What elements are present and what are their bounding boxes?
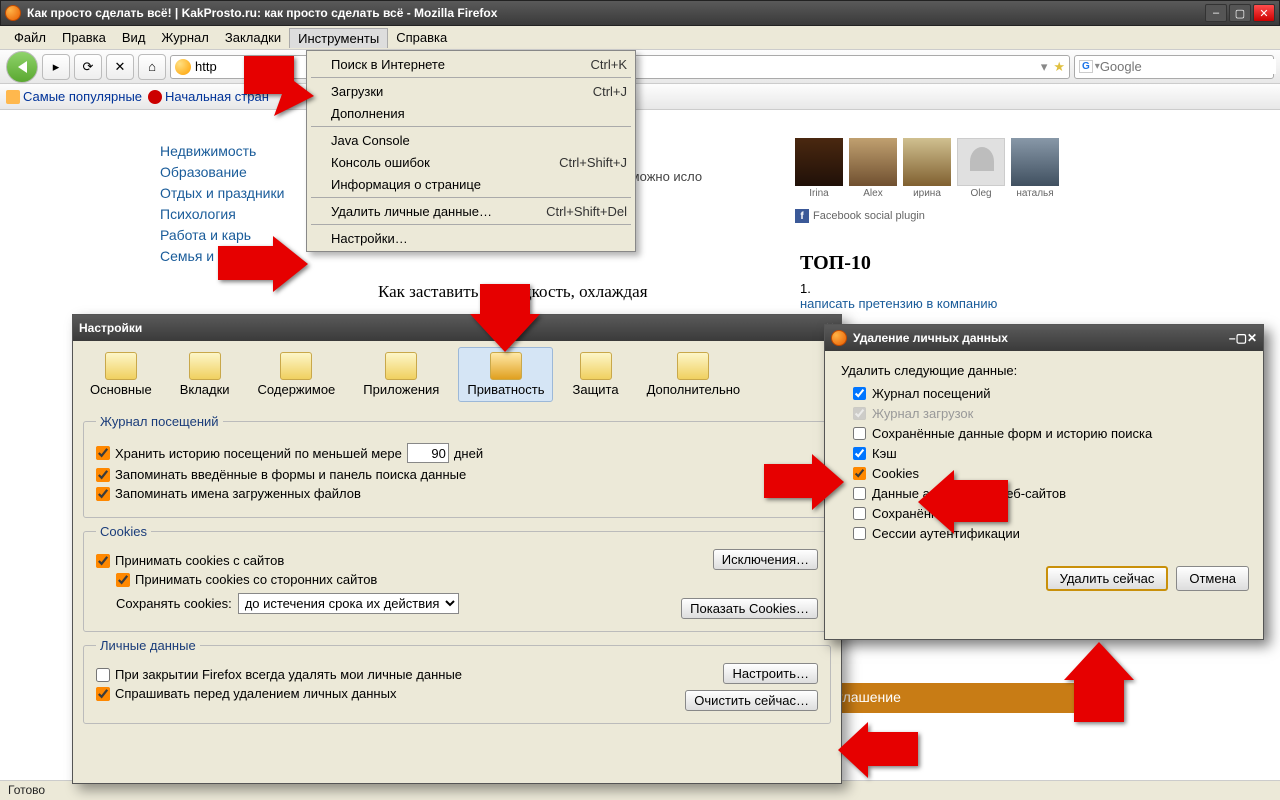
clearpd-item-downloads: Журнал загрузок [853, 406, 1247, 421]
stop-button[interactable]: ✕ [106, 54, 134, 80]
cancel-button[interactable]: Отмена [1176, 566, 1249, 591]
tab-tabs[interactable]: Вкладки [171, 347, 239, 402]
sidebar-link[interactable]: Психология [160, 206, 284, 222]
cookies-accept-checkbox[interactable]: Принимать cookies с сайтов [96, 553, 681, 568]
clearpd-item-offline[interactable]: Данные автономных веб-сайтов [853, 486, 1247, 501]
bookmark-home[interactable]: Начальная стран [148, 89, 269, 104]
settings-tabs: Основные Вкладки Содержимое Приложения П… [73, 341, 841, 408]
forward-button[interactable]: ▸ [42, 54, 70, 80]
nav-toolbar: ▸ ⟳ ✕ ⌂ ▾ ★ G▾ [0, 50, 1280, 84]
menu-history[interactable]: Журнал [153, 28, 216, 47]
clearpd-item-passwords[interactable]: Сохранённые пароли [853, 506, 1247, 521]
top10-block: ТОП-10 1. написать претензию в компанию [800, 252, 997, 311]
sidebar-link[interactable]: Семья и отно [160, 248, 284, 264]
cookies-keep-select[interactable]: до истечения срока их действия [238, 593, 459, 614]
tab-privacy[interactable]: Приватность [458, 347, 553, 402]
settings-dialog: Настройки ✕ Основные Вкладки Содержимое … [72, 314, 842, 784]
search-bar[interactable]: G▾ [1074, 55, 1274, 79]
menubar: Файл Правка Вид Журнал Закладки Инструме… [0, 26, 1280, 50]
tab-applications[interactable]: Приложения [354, 347, 448, 402]
private-data-fieldset: Личные данные При закрытии Firefox всегд… [83, 638, 831, 724]
menu-tools[interactable]: Инструменты [289, 28, 388, 48]
menu-item-javaconsole[interactable]: Java Console [307, 129, 635, 151]
bookmarks-toolbar: Самые популярные Начальная стран [0, 84, 1280, 110]
clearpd-titlebar: Удаление личных данных – ▢ ✕ [825, 325, 1263, 351]
show-cookies-button[interactable]: Показать Cookies… [681, 598, 818, 619]
reload-button[interactable]: ⟳ [74, 54, 102, 80]
private-ask-checkbox[interactable]: Спрашивать перед удалением личных данных [96, 686, 685, 701]
delete-now-button[interactable]: Удалить сейчас [1046, 566, 1169, 591]
tab-advanced[interactable]: Дополнительно [638, 347, 750, 402]
page-sidebar: Недвижимость Образование Отдых и праздни… [160, 138, 284, 269]
search-input[interactable] [1100, 59, 1276, 74]
clear-private-data-dialog: Удаление личных данных – ▢ ✕ Удалить сле… [824, 324, 1264, 640]
menu-bookmarks[interactable]: Закладки [217, 28, 289, 47]
menu-item-pageinfo[interactable]: Информация о странице [307, 173, 635, 195]
site-favicon [175, 59, 191, 75]
facebook-plugin-label: f Facebook social plugin [795, 209, 1095, 223]
menu-item-errorconsole[interactable]: Консоль ошибокCtrl+Shift+J [307, 151, 635, 173]
menu-file[interactable]: Файл [6, 28, 54, 47]
window-title: Как просто сделать всё! | KakProsto.ru: … [27, 6, 1205, 20]
menu-item-clearprivate[interactable]: Удалить личные данные…Ctrl+Shift+Del [307, 200, 635, 222]
menu-item-addons[interactable]: Дополнения [307, 102, 635, 124]
menu-edit[interactable]: Правка [54, 28, 114, 47]
menu-view[interactable]: Вид [114, 28, 154, 47]
private-onclose-checkbox[interactable]: При закрытии Firefox всегда удалять мои … [96, 667, 685, 682]
menu-item-search[interactable]: Поиск в ИнтернетеCtrl+K [307, 53, 635, 75]
sidebar-link[interactable]: Работа и карь [160, 227, 284, 243]
firefox-icon [831, 330, 847, 346]
cookies-fieldset: Cookies Принимать cookies с сайтов Прини… [83, 524, 831, 632]
tab-security[interactable]: Защита [563, 347, 627, 402]
tab-general[interactable]: Основные [81, 347, 161, 402]
google-icon: G [1079, 60, 1093, 73]
clearpd-heading: Удалить следующие данные: [841, 363, 1247, 378]
firefox-icon [5, 5, 21, 21]
history-downloads-checkbox[interactable]: Запоминать имена загруженных файлов [96, 486, 818, 501]
cookies-thirdparty-checkbox[interactable]: Принимать cookies со сторонних сайтов [116, 572, 681, 587]
history-fieldset: Журнал посещений Хранить историю посещен… [83, 414, 831, 518]
exceptions-button[interactable]: Исключения… [713, 549, 818, 570]
ladybug-icon [148, 90, 162, 104]
article-title: Как заставить ть жидкость, охлаждая [378, 282, 798, 302]
clearpd-item-cookies[interactable]: Cookies [853, 466, 1247, 481]
configure-button[interactable]: Настроить… [723, 663, 818, 684]
history-days-input[interactable] [407, 443, 449, 463]
home-button[interactable]: ⌂ [138, 54, 166, 80]
sidebar-link[interactable]: Отдых и праздники [160, 185, 284, 201]
facebook-avatars: Irina Alex ирина Oleg наталья [795, 138, 1095, 199]
top10-link[interactable]: написать претензию в компанию [800, 296, 997, 311]
menu-item-options[interactable]: Настройки… [307, 227, 635, 249]
clear-now-button[interactable]: Очистить сейчас… [685, 690, 818, 711]
facebook-icon: f [795, 209, 809, 223]
menu-help[interactable]: Справка [388, 28, 455, 47]
clearpd-item-cache[interactable]: Кэш [853, 446, 1247, 461]
sidebar-link[interactable]: Недвижимость [160, 143, 284, 159]
history-keep-checkbox[interactable]: Хранить историю посещений по меньшей мер… [96, 443, 818, 463]
clearpd-item-forms[interactable]: Сохранённые данные форм и историю поиска [853, 426, 1247, 441]
minimize-button[interactable]: – [1205, 4, 1227, 22]
orange-banner: оглашение [820, 683, 1100, 713]
clearpd-maximize-button[interactable]: ▢ [1236, 331, 1247, 345]
menu-item-downloads[interactable]: ЗагрузкиCtrl+J [307, 80, 635, 102]
star-icon[interactable]: ★ [1053, 59, 1065, 75]
clearpd-close-button[interactable]: ✕ [1247, 331, 1257, 345]
tools-dropdown: Поиск в ИнтернетеCtrl+K ЗагрузкиCtrl+J Д… [306, 50, 636, 252]
firefox-titlebar: Как просто сделать всё! | KakProsto.ru: … [0, 0, 1280, 26]
maximize-button[interactable]: ▢ [1229, 4, 1251, 22]
rss-icon [6, 90, 20, 104]
bookmark-popular[interactable]: Самые популярные [6, 89, 142, 104]
settings-titlebar: Настройки ✕ [73, 315, 841, 341]
clearpd-item-history[interactable]: Журнал посещений [853, 386, 1247, 401]
sidebar-link[interactable]: Образование [160, 164, 284, 180]
close-button[interactable]: ✕ [1253, 4, 1275, 22]
clearpd-item-sessions[interactable]: Сессии аутентификации [853, 526, 1247, 541]
back-button[interactable] [6, 51, 38, 83]
history-forms-checkbox[interactable]: Запоминать введённые в формы и панель по… [96, 467, 818, 482]
clearpd-minimize-button[interactable]: – [1229, 331, 1236, 345]
tab-content[interactable]: Содержимое [249, 347, 345, 402]
